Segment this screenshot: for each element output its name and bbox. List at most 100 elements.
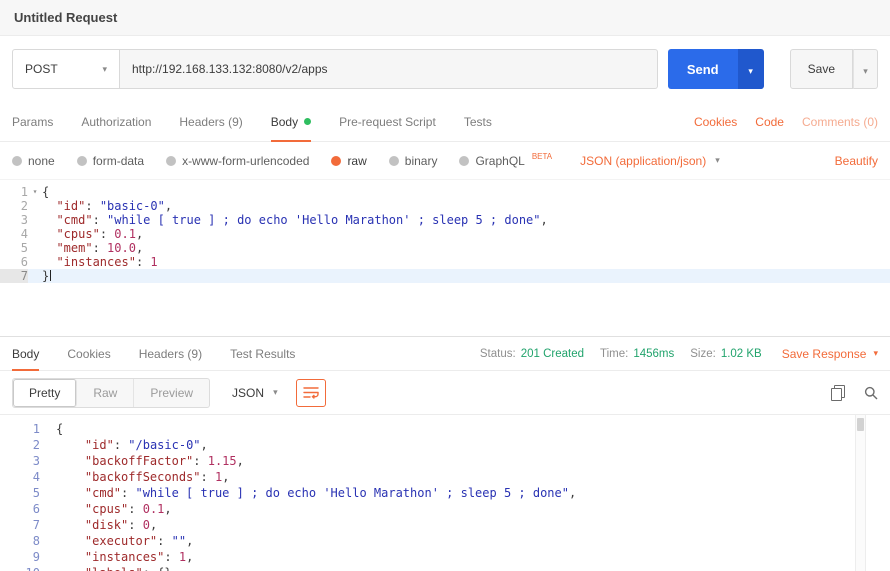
code-line-8: 8 "executor": "", <box>0 533 890 549</box>
code-line-5: 5 "cmd": "while [ true ] ; do echo 'Hell… <box>0 485 890 501</box>
copy-icon[interactable] <box>831 385 844 400</box>
code-text: "cpus": 0.1, <box>56 501 172 517</box>
view-raw[interactable]: Raw <box>77 379 134 407</box>
fold-gutter <box>40 421 56 437</box>
tab-body[interactable]: Body <box>271 102 311 141</box>
fold-gutter <box>40 501 56 517</box>
view-pretty[interactable]: Pretty <box>13 379 77 407</box>
fold-gutter <box>40 533 56 549</box>
request-url-bar: POST ▾ http://192.168.133.132:8080/v2/ap… <box>0 36 890 102</box>
body-mode-raw[interactable]: raw <box>331 154 366 168</box>
chevron-down-icon: ▾ <box>273 388 278 397</box>
fold-gutter <box>40 485 56 501</box>
tab-pre-request-script[interactable]: Pre-request Script <box>339 102 436 141</box>
view-preview[interactable]: Preview <box>134 379 209 407</box>
radio-icon <box>166 156 176 166</box>
send-button-group: Send ▾ <box>668 49 764 89</box>
response-scrollbar[interactable] <box>855 415 866 571</box>
code-line-3: 3 "cmd": "while [ true ] ; do echo 'Hell… <box>0 213 890 227</box>
chevron-down-icon: ▾ <box>715 156 720 165</box>
tab-label: Params <box>12 115 53 129</box>
tab-body[interactable]: Body <box>12 337 39 370</box>
response-status: Status: 201 Created <box>480 348 584 360</box>
tab-label: Tests <box>464 115 492 129</box>
radio-icon <box>389 156 399 166</box>
wrap-lines-button[interactable] <box>296 379 326 407</box>
send-button[interactable]: Send <box>668 49 738 89</box>
code-text: } <box>42 269 51 283</box>
method-select[interactable]: POST ▾ <box>12 49 120 89</box>
line-number: 5 <box>0 485 40 501</box>
chevron-down-icon: ▾ <box>102 65 107 74</box>
radio-icon <box>331 156 341 166</box>
body-green-dot-icon <box>304 118 311 125</box>
code-text: "backoffFactor": 1.15, <box>56 453 244 469</box>
body-mode-form-data[interactable]: form-data <box>77 154 144 168</box>
request-title: Untitled Request <box>14 10 117 25</box>
body-mode-x-www-form-urlencoded[interactable]: x-www-form-urlencoded <box>166 154 309 168</box>
time-value: 1456ms <box>633 348 674 360</box>
radio-icon <box>12 156 22 166</box>
save-dropdown-button[interactable]: ▾ <box>853 49 878 89</box>
search-icon[interactable] <box>864 386 878 400</box>
size-label: Size: <box>690 348 716 360</box>
beautify-link[interactable]: Beautify <box>835 154 878 168</box>
line-number: 2 <box>0 199 28 213</box>
code-line-4: 4 "backoffSeconds": 1, <box>0 469 890 485</box>
tab-headers-9[interactable]: Headers (9) <box>139 337 202 370</box>
tab-authorization[interactable]: Authorization <box>81 102 151 141</box>
code-text: "cmd": "while [ true ] ; do echo 'Hello … <box>56 485 576 501</box>
code-text: "instances": 1 <box>42 255 158 269</box>
cookies-link[interactable]: Cookies <box>694 115 737 129</box>
tab-cookies[interactable]: Cookies <box>67 337 110 370</box>
status-label: Status: <box>480 348 516 360</box>
code-line-6: 6 "cpus": 0.1, <box>0 501 890 517</box>
radio-icon <box>77 156 87 166</box>
line-number: 9 <box>0 549 40 565</box>
line-number: 6 <box>0 501 40 517</box>
response-format-select[interactable]: JSON ▾ <box>232 386 278 400</box>
request-tabs-row: Params Authorization Headers (9) Body Pre-re… <box>0 102 890 142</box>
wrap-lines-icon <box>303 386 319 399</box>
fold-gutter <box>28 199 42 213</box>
fold-gutter <box>40 517 56 533</box>
code-line-10: 10 "labels": {}, <box>0 565 890 571</box>
code-line-3: 3 "backoffFactor": 1.15, <box>0 453 890 469</box>
fold-gutter <box>28 269 42 283</box>
body-mode-options: none form-data x-www-form-urlencoded raw bin… <box>12 154 552 168</box>
code-line-2: 2 "id": "basic-0", <box>0 199 890 213</box>
body-mode-none[interactable]: none <box>12 154 55 168</box>
content-type-select[interactable]: JSON (application/json) ▾ <box>580 154 720 168</box>
tab-params[interactable]: Params <box>12 102 53 141</box>
mode-label: binary <box>405 154 438 168</box>
url-input[interactable]: http://192.168.133.132:8080/v2/apps <box>120 49 658 89</box>
send-dropdown-button[interactable]: ▾ <box>738 49 764 89</box>
body-mode-graphql[interactable]: GraphQLBETA <box>459 154 552 168</box>
code-link[interactable]: Code <box>755 115 784 129</box>
save-button[interactable]: Save <box>790 49 853 89</box>
tab-label: Test Results <box>230 347 295 361</box>
save-response-button[interactable]: Save Response ▾ <box>782 347 878 361</box>
tab-headers-9[interactable]: Headers (9) <box>179 102 242 141</box>
line-number: 5 <box>0 241 28 255</box>
request-tabs: Params Authorization Headers (9) Body Pre-re… <box>12 102 520 141</box>
comments-0-link[interactable]: Comments (0) <box>802 115 878 129</box>
response-scrollbar-thumb[interactable] <box>857 418 864 431</box>
request-body-editor[interactable]: 1▾{2 "id": "basic-0",3 "cmd": "while [ t… <box>0 180 890 337</box>
body-mode-binary[interactable]: binary <box>389 154 438 168</box>
chevron-down-icon: ▾ <box>748 66 753 76</box>
code-text: { <box>56 421 63 437</box>
code-text: "mem": 10.0, <box>42 241 143 255</box>
response-body-viewer[interactable]: 1{2 "id": "/basic-0",3 "backoffFactor": … <box>0 415 890 571</box>
fold-gutter <box>28 255 42 269</box>
tab-tests[interactable]: Tests <box>464 102 492 141</box>
body-mode-row: none form-data x-www-form-urlencoded raw bin… <box>0 142 890 180</box>
fold-gutter <box>40 469 56 485</box>
fold-gutter <box>40 549 56 565</box>
line-number: 1 <box>0 185 28 199</box>
response-size: Size: 1.02 KB <box>690 348 762 360</box>
code-line-2: 2 "id": "/basic-0", <box>0 437 890 453</box>
tab-test-results[interactable]: Test Results <box>230 337 295 370</box>
line-number: 4 <box>0 227 28 241</box>
code-text: "cpus": 0.1, <box>42 227 143 241</box>
